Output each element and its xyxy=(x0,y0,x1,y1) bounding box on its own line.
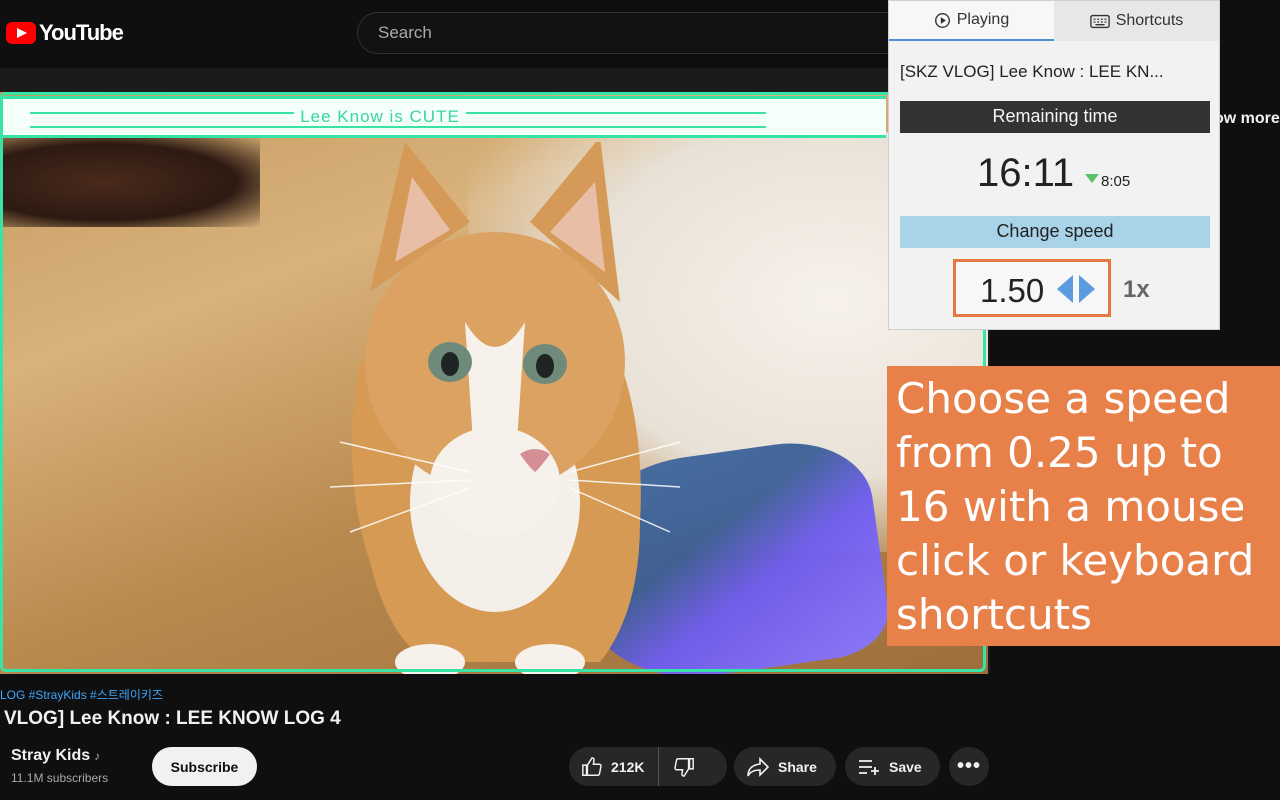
share-button[interactable]: Share xyxy=(734,747,836,786)
video-player[interactable]: Lee Know is CUTE xyxy=(0,92,988,674)
tab-shortcuts-label: Shortcuts xyxy=(1115,12,1184,29)
subscriber-count: 11.1M subscribers xyxy=(11,771,109,785)
search-input[interactable] xyxy=(376,22,880,44)
show-more-link[interactable]: ow more xyxy=(1214,110,1280,128)
like-count: 212K xyxy=(611,758,645,775)
logo-text: YouTube xyxy=(39,20,124,45)
like-dislike-group: 212K xyxy=(569,747,727,786)
subscribe-button[interactable]: Subscribe xyxy=(152,747,257,786)
share-label: Share xyxy=(778,758,817,775)
music-note-icon: ♪ xyxy=(94,749,101,763)
reset-speed-button[interactable]: 1x xyxy=(1123,276,1150,304)
more-dots-icon: ••• xyxy=(956,755,981,777)
video-title: VLOG] Lee Know : LEE KNOW LOG 4 xyxy=(4,708,341,729)
youtube-logo[interactable]: YouTube xyxy=(6,20,124,46)
channel-name-text[interactable]: Stray Kids xyxy=(11,747,90,764)
share-arrow-icon xyxy=(747,756,770,777)
keyboard-icon xyxy=(1089,14,1110,28)
speed-control: 1.50 xyxy=(953,259,1111,317)
video-frame-border xyxy=(0,92,986,672)
play-logo-icon xyxy=(6,22,36,44)
like-button[interactable]: 212K xyxy=(569,747,660,786)
popup-video-title: [SKZ VLOG] Lee Know : LEE KN... xyxy=(900,62,1164,81)
save-label: Save xyxy=(889,758,922,775)
channel-name[interactable]: Stray Kids ♪ xyxy=(11,747,100,765)
saved-time-down-icon xyxy=(1085,174,1099,183)
popup-tabs: Playing Shortcuts xyxy=(889,1,1219,41)
search-box[interactable] xyxy=(357,12,917,54)
remaining-time-value: 16:11 xyxy=(977,151,1075,195)
video-hashtags[interactable]: LOG #StrayKids #스트레이키즈 xyxy=(0,686,163,703)
change-speed-header: Change speed xyxy=(900,216,1210,248)
dislike-button[interactable] xyxy=(659,756,709,778)
remaining-time-header: Remaining time xyxy=(900,101,1210,133)
save-button[interactable]: Save xyxy=(845,747,940,786)
thumbs-up-icon xyxy=(582,756,602,776)
tab-shortcuts[interactable]: Shortcuts xyxy=(1054,1,1219,41)
thumbs-down-icon xyxy=(674,757,695,777)
speed-extension-popup: Playing Shortcuts [SKZ VLOG] Lee Know : … xyxy=(888,0,1220,330)
speed-decrease-icon[interactable] xyxy=(1057,275,1073,303)
speed-value[interactable]: 1.50 xyxy=(980,272,1044,310)
tab-playing[interactable]: Playing xyxy=(889,1,1054,41)
play-circle-icon xyxy=(934,12,950,28)
speed-increase-icon[interactable] xyxy=(1079,275,1095,303)
tab-playing-label: Playing xyxy=(956,11,1010,28)
more-actions-button[interactable]: ••• xyxy=(949,747,989,786)
saved-time-value: 8:05 xyxy=(1101,173,1131,190)
feature-callout: Choose a speed from 0.25 up to 16 with a… xyxy=(887,366,1280,646)
playlist-add-icon xyxy=(859,759,879,775)
